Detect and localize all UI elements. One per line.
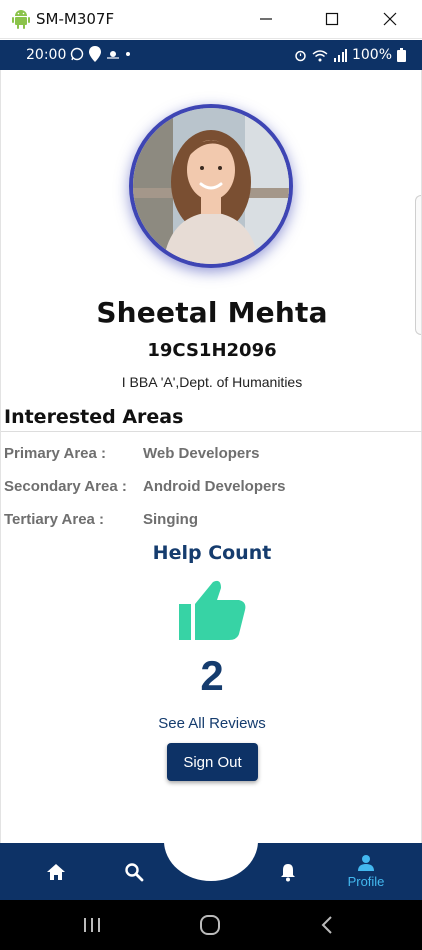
status-right: 100%	[294, 47, 406, 63]
nav-notch	[164, 843, 258, 881]
close-button[interactable]	[370, 4, 410, 34]
nav-profile-label: Profile	[347, 874, 385, 889]
alarm-icon	[295, 50, 306, 61]
search-icon	[125, 862, 144, 881]
bottom-nav: Profile	[0, 843, 422, 900]
minimize-icon	[260, 18, 272, 20]
roll-number: 19CS1H2096	[147, 340, 277, 361]
help-count-title: Help Count	[152, 542, 272, 564]
recent-apps-button[interactable]	[62, 900, 122, 950]
android-icon	[12, 10, 30, 29]
avatar-photo	[133, 108, 289, 264]
recent-apps-icon	[84, 918, 100, 932]
dot-icon	[126, 52, 130, 56]
area-label: Secondary Area :	[4, 478, 127, 495]
back-chevron-icon	[321, 916, 332, 934]
profile-screen: Sheetal Mehta 19CS1H2096 I BBA 'A',Dept.…	[0, 70, 422, 843]
interested-areas-title: Interested Areas	[4, 406, 184, 428]
window-title-bar: SM-M307F	[0, 0, 422, 39]
area-label: Primary Area :	[4, 445, 106, 462]
area-value: Android Developers	[143, 478, 286, 495]
maximize-icon	[325, 12, 339, 26]
area-label: Tertiary Area :	[4, 511, 105, 528]
area-value: Singing	[143, 511, 198, 528]
status-left-icons	[70, 46, 131, 62]
battery-percent: 100%	[351, 47, 392, 63]
sign-out-button[interactable]: Sign Out	[167, 743, 258, 781]
wifi-icon	[312, 49, 328, 61]
avatar	[129, 104, 293, 268]
department: I BBA 'A',Dept. of Humanities	[121, 374, 303, 390]
help-count-value: 2	[200, 652, 224, 699]
nav-home[interactable]	[36, 843, 76, 900]
close-icon	[383, 12, 397, 26]
thumbs-up-icon	[179, 580, 246, 640]
nav-search[interactable]	[114, 843, 154, 900]
window-title: SM-M307F	[36, 10, 115, 28]
system-home-button[interactable]	[180, 900, 240, 950]
system-nav-bar	[0, 900, 422, 950]
profile-name: Sheetal Mehta	[96, 296, 328, 329]
person-icon	[358, 855, 374, 871]
nav-profile[interactable]: Profile	[336, 843, 396, 900]
home-icon	[47, 863, 65, 880]
bell-icon	[281, 863, 295, 881]
battery-icon	[397, 48, 406, 62]
minimize-button[interactable]	[246, 4, 286, 34]
divider	[1, 431, 422, 432]
status-bar: 20:00 100%	[0, 40, 422, 70]
area-value: Web Developers	[143, 445, 260, 462]
signal-icon	[333, 48, 347, 62]
weather-icon	[107, 51, 119, 59]
see-all-reviews-link[interactable]: See All Reviews	[1, 715, 422, 732]
maximize-button[interactable]	[312, 4, 352, 34]
circle-home-icon	[200, 915, 220, 935]
whatsapp-icon	[70, 47, 84, 61]
status-time: 20:00	[26, 47, 67, 63]
swiggy-icon	[89, 46, 101, 62]
nav-notifications[interactable]	[268, 843, 308, 900]
system-back-button[interactable]	[297, 900, 357, 950]
